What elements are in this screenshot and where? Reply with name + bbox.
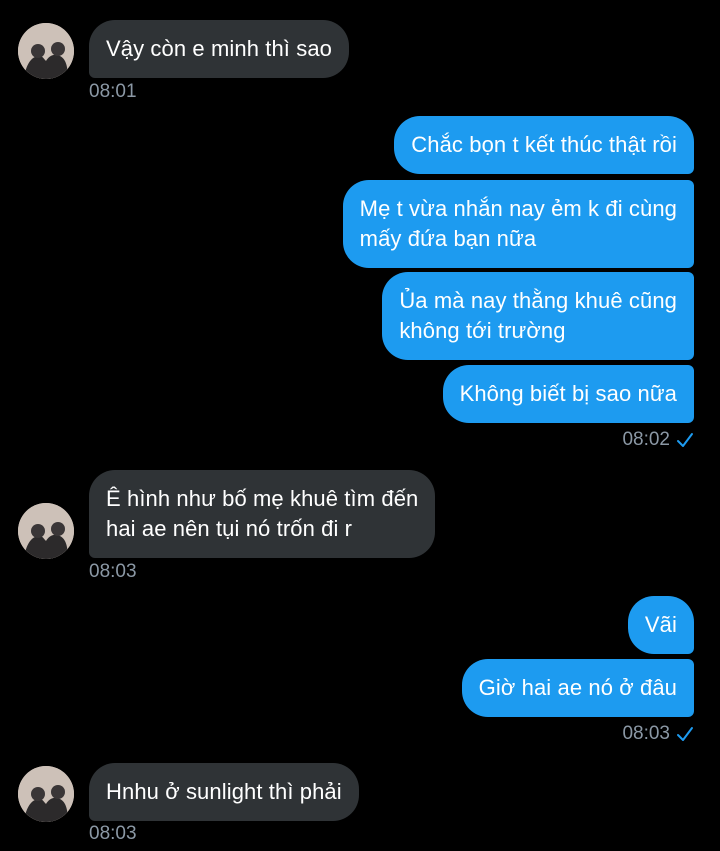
message-text: Chắc bọn t kết thúc thật rồi: [411, 132, 677, 157]
message-timestamp: 08:03: [622, 723, 670, 744]
conversation-thread: Vậy còn e minh thì sao 08:01 Chắc bọn t …: [0, 0, 720, 851]
incoming-message-bubble[interactable]: Vậy còn e minh thì sao: [89, 20, 349, 78]
incoming-message-bubble[interactable]: Hnhu ở sunlight thì phải: [89, 763, 359, 821]
message-timestamp: 08:01: [89, 81, 137, 102]
contact-avatar[interactable]: [18, 503, 74, 559]
outgoing-message-bubble[interactable]: Giờ hai ae nó ở đâu: [461, 659, 694, 717]
outgoing-message-bubble[interactable]: Vãi: [627, 596, 694, 654]
message-timestamp: 08:03: [89, 823, 137, 844]
contact-avatar[interactable]: [18, 23, 74, 79]
message-status: 08:03: [622, 723, 694, 745]
message-text: Ủa mà nay thằng khuê cũng không tới trườ…: [399, 288, 677, 343]
message-text: Không biết bị sao nữa: [459, 381, 677, 406]
message-text: Mẹ t vừa nhắn nay ẻm k đi cùng mấy đứa b…: [359, 196, 677, 251]
read-check-icon: [676, 432, 694, 448]
outgoing-message-bubble[interactable]: Ủa mà nay thằng khuê cũng không tới trườ…: [382, 272, 694, 360]
outgoing-message-bubble[interactable]: Chắc bọn t kết thúc thật rồi: [394, 116, 694, 174]
message-status: 08:02: [622, 429, 694, 451]
message-text: Vậy còn e minh thì sao: [106, 36, 332, 61]
message-timestamp: 08:02: [622, 429, 670, 450]
outgoing-message-bubble[interactable]: Không biết bị sao nữa: [442, 365, 694, 423]
incoming-message-bubble[interactable]: Ê hình như bố mẹ khuê tìm đến hai ae nên…: [89, 470, 436, 558]
message-timestamp: 08:03: [89, 561, 137, 582]
message-text: Hnhu ở sunlight thì phải: [106, 779, 342, 804]
read-check-icon: [676, 726, 694, 742]
contact-avatar[interactable]: [18, 766, 74, 822]
outgoing-message-bubble[interactable]: Mẹ t vừa nhắn nay ẻm k đi cùng mấy đứa b…: [342, 180, 694, 268]
message-text: Ê hình như bố mẹ khuê tìm đến hai ae nên…: [106, 486, 419, 541]
message-text: Vãi: [644, 612, 677, 637]
message-text: Giờ hai ae nó ở đâu: [478, 675, 677, 700]
